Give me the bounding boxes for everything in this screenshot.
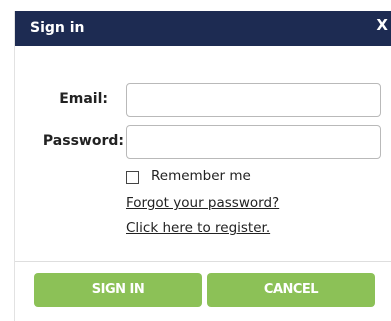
dialog-titlebar: Sign in X [15,11,391,46]
sign-in-button[interactable]: SIGN IN [34,273,202,307]
register-link[interactable]: Click here to register. [126,220,270,236]
remember-me-checkbox[interactable] [126,171,139,184]
sign-in-dialog: Sign in X Email: Password: Remember me F… [14,11,391,321]
close-icon[interactable]: X [376,16,388,34]
remember-me-label[interactable]: Remember me [151,168,251,184]
dialog-title: Sign in [30,20,85,36]
password-label: Password: [42,133,124,149]
footer-divider [15,261,391,262]
cancel-button[interactable]: CANCEL [207,273,375,307]
email-label: Email: [59,91,108,107]
email-field[interactable] [126,83,381,117]
password-field[interactable] [126,125,381,159]
forgot-password-link[interactable]: Forgot your password? [126,195,279,211]
page: Sign in X Email: Password: Remember me F… [0,0,391,321]
